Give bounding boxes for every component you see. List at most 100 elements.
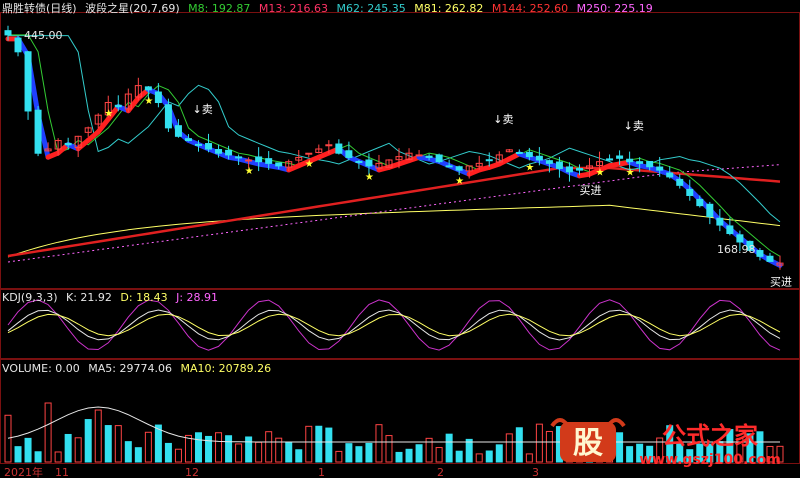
volume-bar bbox=[485, 450, 493, 463]
volume-bar bbox=[184, 434, 192, 463]
sell-signal: ↓卖 bbox=[493, 113, 513, 126]
indicator-name: 波段之星(20,7,69) bbox=[85, 2, 180, 15]
x-tick-label: 3 bbox=[532, 466, 539, 478]
volume-bar bbox=[74, 437, 82, 463]
candle-body bbox=[626, 158, 634, 163]
star-marker: ★ bbox=[525, 163, 534, 174]
candle-body bbox=[706, 203, 714, 218]
volume-bar bbox=[44, 402, 52, 463]
candle-body bbox=[676, 178, 684, 186]
kdj-plot bbox=[7, 299, 781, 351]
watermark-char: 股 bbox=[573, 426, 603, 461]
kdj-j: J: 28.91 bbox=[176, 291, 219, 304]
volume-bar bbox=[94, 409, 102, 463]
kdj-name: KDJ(9,3,3) bbox=[2, 291, 58, 304]
candle-body bbox=[275, 162, 283, 167]
candle-body bbox=[435, 154, 443, 163]
volume-bar bbox=[445, 433, 453, 463]
candle-body bbox=[184, 138, 192, 142]
volume-bar bbox=[245, 436, 253, 463]
candle-body bbox=[716, 217, 724, 226]
candle-body bbox=[225, 149, 233, 156]
volume-bar bbox=[134, 447, 142, 463]
x-axis: 2021年 11 12 1 2 3 bbox=[4, 465, 539, 478]
volume-header: VOLUME: 0.00 MA5: 29774.06 MA10: 20789.2… bbox=[2, 362, 276, 375]
candle-body bbox=[606, 158, 614, 161]
candle-body bbox=[535, 155, 543, 161]
volume-bar bbox=[225, 435, 233, 463]
volume-bar bbox=[104, 425, 112, 463]
candle-body bbox=[726, 225, 734, 235]
star-marker: ★ bbox=[596, 168, 605, 179]
volume-bar bbox=[265, 431, 273, 463]
candle-body bbox=[756, 250, 764, 257]
candle-body bbox=[766, 255, 774, 262]
candle-body bbox=[205, 143, 213, 150]
volume-bar bbox=[174, 448, 182, 463]
ma8-line bbox=[8, 34, 781, 257]
volume-bar bbox=[505, 433, 513, 463]
candle-body bbox=[696, 198, 704, 207]
star-marker: ★ bbox=[365, 172, 374, 183]
price-plot: ↓卖↓卖↓卖买进买进★★★★★ ★★ ★ ★ bbox=[4, 25, 792, 288]
candle-body bbox=[365, 159, 373, 167]
volume-bar bbox=[315, 425, 323, 463]
watermark-text: 公式之家 bbox=[662, 422, 758, 450]
chart-canvas: ↓卖↓卖↓卖买进买进★★★★★ ★★ ★ ★ 2021年 11 12 1 2 3 bbox=[0, 12, 800, 478]
ma81-line bbox=[7, 204, 781, 258]
candle-body bbox=[325, 144, 333, 147]
candle-body bbox=[425, 155, 433, 158]
candle-body bbox=[34, 109, 42, 154]
candle-body bbox=[154, 91, 162, 104]
price-low-label: 168.98 bbox=[717, 243, 756, 256]
candle-body bbox=[545, 160, 553, 164]
volume-bar bbox=[295, 449, 303, 463]
candle-body bbox=[515, 151, 523, 154]
candle-body bbox=[255, 156, 263, 163]
volume-bar bbox=[375, 424, 383, 463]
star-marker: ★ bbox=[455, 176, 464, 187]
x-tick-label: 1 bbox=[318, 466, 325, 478]
x-tick-label: 12 bbox=[185, 466, 199, 478]
volume-bar bbox=[194, 432, 202, 463]
ma81-label: M81: 262.82 bbox=[414, 2, 484, 15]
candle-body bbox=[646, 160, 654, 168]
volume-bar bbox=[114, 425, 122, 463]
volume-bar bbox=[345, 443, 353, 463]
volume-bar bbox=[64, 433, 72, 463]
star-marker: ★ bbox=[245, 166, 254, 177]
volume-ma10: MA10: 20789.26 bbox=[180, 362, 272, 375]
ma250-line bbox=[7, 164, 781, 263]
candle-body bbox=[575, 168, 583, 171]
volume-bar bbox=[355, 446, 363, 463]
volume-bar bbox=[154, 424, 162, 463]
chart-title: 鼎胜转债(日线) bbox=[2, 2, 77, 15]
x-tick-label: 2021年 bbox=[4, 465, 43, 478]
candle-body bbox=[245, 159, 253, 162]
ma8-label: M8: 192.87 bbox=[188, 2, 251, 15]
candle-body bbox=[14, 37, 22, 53]
main-panel-frame bbox=[0, 12, 800, 289]
candle-body bbox=[525, 151, 533, 158]
candle-body bbox=[174, 125, 182, 137]
kdj-d: D: 18.43 bbox=[120, 291, 168, 304]
sell-signal: ↓卖 bbox=[624, 120, 644, 133]
candle-body bbox=[24, 51, 32, 112]
candle-body bbox=[144, 86, 152, 91]
volume-bar bbox=[14, 446, 22, 463]
ma250-label: M250: 225.19 bbox=[576, 2, 653, 15]
candle-body bbox=[455, 166, 463, 171]
kdj-j-line bbox=[7, 299, 781, 351]
volume-bar bbox=[255, 441, 263, 463]
volume-bar bbox=[525, 453, 533, 463]
candle-body bbox=[235, 156, 243, 159]
ma62-label: M62: 245.35 bbox=[336, 2, 406, 15]
volume-name: VOLUME: 0.00 bbox=[2, 362, 80, 375]
candle-body bbox=[4, 30, 12, 36]
kdj-k: K: 21.92 bbox=[66, 291, 112, 304]
kdj-header: KDJ(9,3,3) K: 21.92 D: 18.43 J: 28.91 bbox=[2, 291, 223, 304]
kdj-d-line bbox=[7, 313, 781, 337]
star-marker: ★ bbox=[144, 96, 153, 107]
candle-body bbox=[194, 143, 202, 146]
watermark-logo: 股 公式之家 www.gszj100.com bbox=[550, 418, 781, 468]
